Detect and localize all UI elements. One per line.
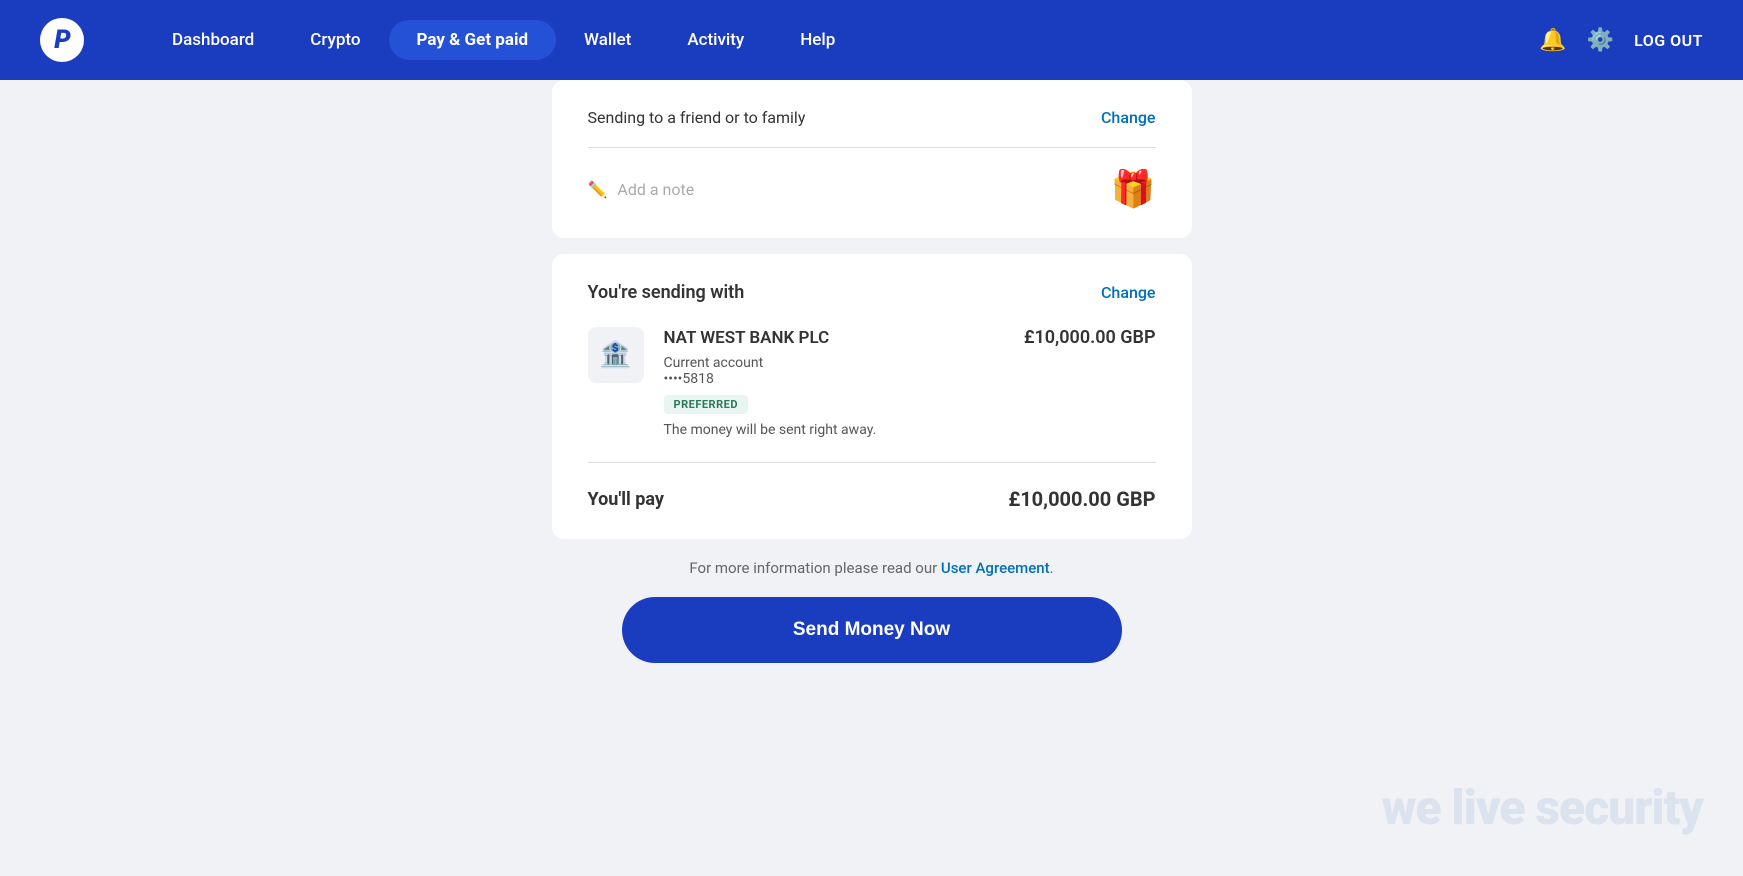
- bank-type: Current account: [664, 355, 1004, 371]
- watermark: we live security: [1381, 779, 1703, 836]
- bank-name: NAT WEST BANK PLC: [664, 327, 1004, 349]
- bank-amount: £10,000.00 GBP: [1024, 327, 1156, 348]
- nav-links: Dashboard Crypto Pay & Get paid Wallet A…: [144, 20, 1539, 60]
- footer-pre-link: For more information please read our: [689, 559, 941, 577]
- nav-item-wallet[interactable]: Wallet: [556, 20, 659, 60]
- nav-item-crypto[interactable]: Crypto: [282, 20, 388, 60]
- divider: [588, 462, 1156, 463]
- note-placeholder[interactable]: Add a note: [617, 180, 694, 199]
- sending-with-header: You're sending with Change: [588, 282, 1156, 303]
- logout-button[interactable]: LOG OUT: [1634, 31, 1703, 50]
- notification-icon[interactable]: 🔔: [1539, 28, 1566, 53]
- nav-right: 🔔 ⚙️ LOG OUT: [1539, 28, 1703, 53]
- you-pay-label: You'll pay: [588, 489, 664, 510]
- sending-type-text: Sending to a friend or to family: [588, 108, 806, 127]
- paypal-logo: P: [40, 18, 84, 62]
- sending-type-row: Sending to a friend or to family Change: [588, 108, 1156, 148]
- user-agreement-link[interactable]: User Agreement: [941, 559, 1050, 577]
- nav-item-help[interactable]: Help: [772, 20, 863, 60]
- send-right-away-text: The money will be sent right away.: [664, 422, 1004, 438]
- bank-account-number: ••••5818: [664, 371, 1004, 387]
- sending-with-title: You're sending with: [588, 282, 745, 303]
- sending-type-card: Sending to a friend or to family Change …: [552, 80, 1192, 238]
- footer-text: For more information please read our Use…: [552, 559, 1192, 577]
- note-row: ✏️ Add a note 🎁: [588, 148, 1156, 210]
- main-content: Sending to a friend or to family Change …: [532, 80, 1212, 663]
- bank-icon: 🏦: [588, 327, 644, 383]
- settings-icon[interactable]: ⚙️: [1587, 28, 1614, 53]
- you-pay-amount: £10,000.00 GBP: [1008, 487, 1155, 511]
- bank-row: 🏦 NAT WEST BANK PLC Current account ••••…: [588, 327, 1156, 438]
- sending-type-change-link[interactable]: Change: [1101, 108, 1156, 127]
- sending-with-change-link[interactable]: Change: [1101, 283, 1156, 302]
- sending-with-card: You're sending with Change 🏦 NAT WEST BA…: [552, 254, 1192, 539]
- pencil-icon: ✏️: [588, 180, 608, 199]
- bank-details: NAT WEST BANK PLC Current account ••••58…: [664, 327, 1004, 438]
- gift-icon: 🎁: [1111, 168, 1156, 210]
- navbar: P Dashboard Crypto Pay & Get paid Wallet…: [0, 0, 1743, 80]
- nav-item-dashboard[interactable]: Dashboard: [144, 20, 282, 60]
- send-money-button[interactable]: Send Money Now: [622, 597, 1122, 663]
- nav-item-activity[interactable]: Activity: [659, 20, 772, 60]
- paypal-logo-icon: P: [40, 18, 84, 62]
- footer-suffix: .: [1050, 559, 1054, 577]
- preferred-badge: PREFERRED: [664, 395, 748, 414]
- nav-item-pay-get-paid[interactable]: Pay & Get paid: [389, 20, 557, 60]
- note-input-area[interactable]: ✏️ Add a note: [588, 180, 695, 199]
- you-pay-row: You'll pay £10,000.00 GBP: [588, 487, 1156, 511]
